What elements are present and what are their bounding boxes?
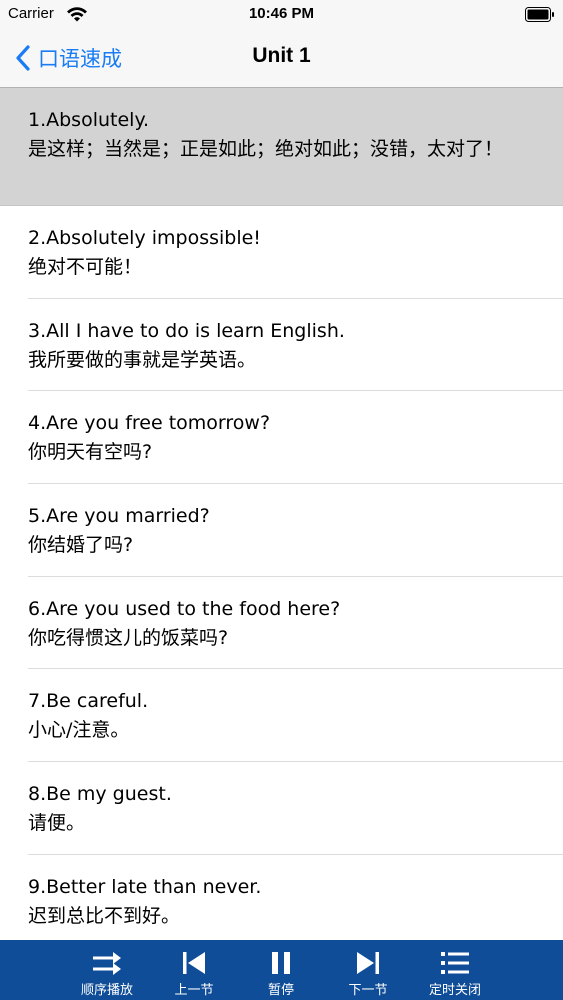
next-section-button[interactable]: 下一节 [328,940,408,1000]
phrase-english: 2.Absolutely impossible! [28,227,261,249]
playback-toolbar: 顺序播放 上一节 暂停 下一节 定时关闭 [0,940,563,1000]
list-icon [441,952,469,974]
pause-icon [272,952,290,974]
phrase-row-7[interactable]: 7.Be careful. 小心/注意。 [0,669,563,762]
phrase-english: 5.Are you married? [28,505,210,528]
phrase-row-5[interactable]: 5.Are you married? 你结婚了吗? [0,484,563,577]
battery-icon [525,7,554,22]
phrase-chinese: 我所要做的事就是学英语。 [28,348,257,371]
phrase-row-4[interactable]: 4.Are you free tomorrow? 你明天有空吗? [0,391,563,484]
phrase-chinese: 你吃得惯这儿的饭菜吗? [28,626,229,649]
status-time: 10:46 PM [248,5,315,22]
phrase-english: 6.Are you used to the food here? [28,597,341,620]
pause-button[interactable]: 暂停 [241,940,321,1000]
page-title: Unit 1 [252,44,311,67]
sleep-timer-label: 定时关闭 [428,983,481,998]
pause-label: 暂停 [267,983,294,998]
phrase-chinese: 绝对不可能！ [28,256,143,278]
navigation-bar: 口语速成 Unit 1 [0,30,563,88]
phrase-chinese: 小心/注意。 [28,719,130,742]
sequential-play-label: 顺序播放 [80,983,133,998]
phrase-row-8[interactable]: 8.Be my guest. 请便。 [0,762,563,855]
phrase-row-2[interactable]: 2.Absolutely impossible! 绝对不可能！ [0,206,563,299]
phrase-english: 1.Absolutely. [28,109,150,131]
phrase-chinese: 迟到总比不到好。 [28,904,181,927]
sleep-timer-button[interactable]: 定时关闭 [415,940,495,1000]
shuffle-order-icon [93,952,121,975]
phrase-row-3[interactable]: 3.All I have to do is learn English. 我所要… [0,299,563,392]
phrase-english: 7.Be careful. [28,690,149,713]
skip-previous-icon [183,952,205,974]
phrase-chinese: 你结婚了吗? [28,534,134,557]
previous-section-button[interactable]: 上一节 [154,940,234,1000]
phrase-row-9[interactable]: 9.Better late than never. 迟到总比不到好。 [0,855,563,940]
skip-next-icon [357,952,379,974]
sequential-play-button[interactable]: 顺序播放 [67,940,147,1000]
phrase-row-1[interactable]: 1.Absolutely. 是这样；当然是；正是如此；绝对如此；没错，太对了！ [0,88,563,206]
status-bar: Carrier 10:46 PM [0,0,563,30]
phrase-english: 3.All I have to do is learn English. [28,319,345,342]
phrase-english: 8.Be my guest. [28,783,172,806]
phrase-row-6[interactable]: 6.Are you used to the food here? 你吃得惯这儿的… [0,577,563,670]
phrase-chinese: 请便。 [28,812,86,835]
phrase-chinese: 是这样；当然是；正是如此；绝对如此；没错，太对了！ [28,138,504,160]
phrase-list[interactable]: 1.Absolutely. 是这样；当然是；正是如此；绝对如此；没错，太对了！ … [0,88,563,940]
phrase-chinese: 你明天有空吗? [28,441,153,464]
phrase-english: 4.Are you free tomorrow? [28,412,271,435]
previous-section-label: 上一节 [174,983,214,998]
next-section-label: 下一节 [348,983,388,998]
phrase-english: 9.Better late than never. [28,875,262,898]
